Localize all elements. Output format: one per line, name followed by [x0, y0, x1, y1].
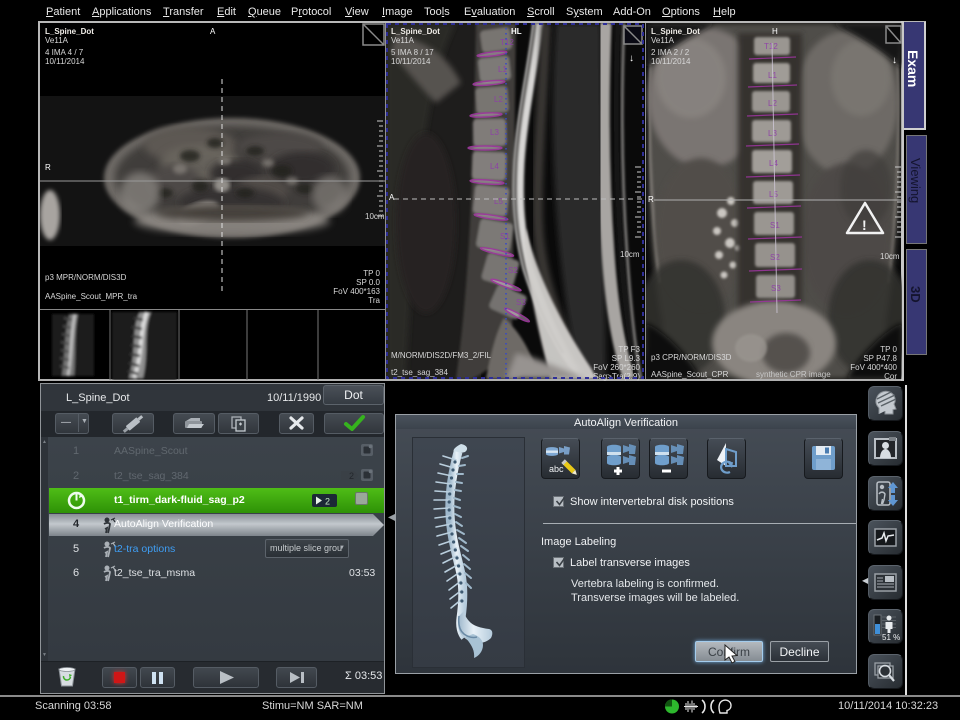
svg-text:T12: T12 — [500, 38, 514, 47]
svg-text:abc: abc — [549, 464, 564, 474]
svg-text:S2: S2 — [770, 253, 780, 262]
svg-text:2: 2 — [325, 497, 330, 507]
svg-text:L4: L4 — [490, 162, 499, 171]
svg-text:S1: S1 — [500, 232, 510, 241]
svg-text:S2: S2 — [508, 266, 518, 275]
svg-text:L3: L3 — [490, 128, 499, 137]
svg-text:L2: L2 — [494, 95, 503, 104]
svg-text:L5: L5 — [494, 197, 503, 206]
svg-text:!: ! — [862, 217, 867, 233]
svg-text:↓: ↓ — [892, 55, 897, 66]
svg-text:51 %: 51 % — [882, 633, 900, 642]
svg-text:↓: ↓ — [629, 53, 634, 64]
svg-text:S3: S3 — [516, 298, 526, 307]
svg-text:2: 2 — [349, 471, 354, 481]
svg-text:L3: L3 — [768, 129, 777, 138]
svg-text:T12: T12 — [764, 42, 778, 51]
svg-text:L5: L5 — [769, 190, 778, 199]
